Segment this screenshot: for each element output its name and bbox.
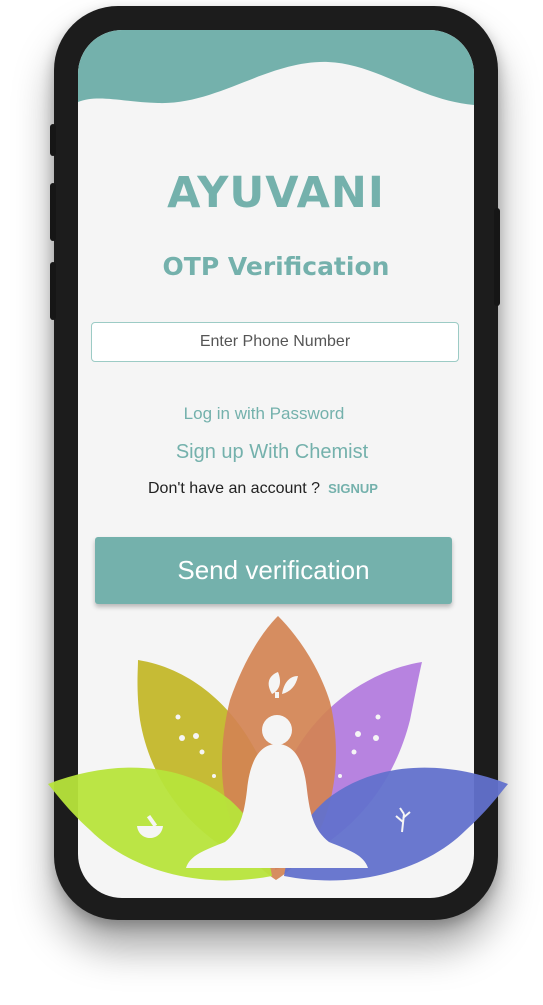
no-account-text: Don't have an account ? (148, 480, 321, 497)
phone-side-button-left-3 (50, 262, 56, 320)
signup-link[interactable]: SIGNUP (328, 481, 378, 496)
signup-with-chemist-link[interactable]: Sign up With Chemist (78, 441, 470, 464)
brand-title: AYUVANI (167, 168, 385, 218)
phone-side-button-left-2 (50, 183, 56, 241)
phone-side-button-left-1 (50, 124, 56, 156)
page-title: OTP Verification (162, 252, 390, 281)
header-wave (78, 30, 474, 105)
login-with-password-link[interactable]: Log in with Password (78, 404, 462, 424)
send-verification-button[interactable]: Send verification (95, 537, 452, 604)
phone-side-button-right (494, 208, 500, 306)
phone-number-input[interactable] (91, 322, 459, 362)
signup-row: Don't have an account ? SIGNUP (148, 480, 378, 498)
app-screen: AYUVANI OTP Verification Log in with Pas… (78, 30, 474, 898)
